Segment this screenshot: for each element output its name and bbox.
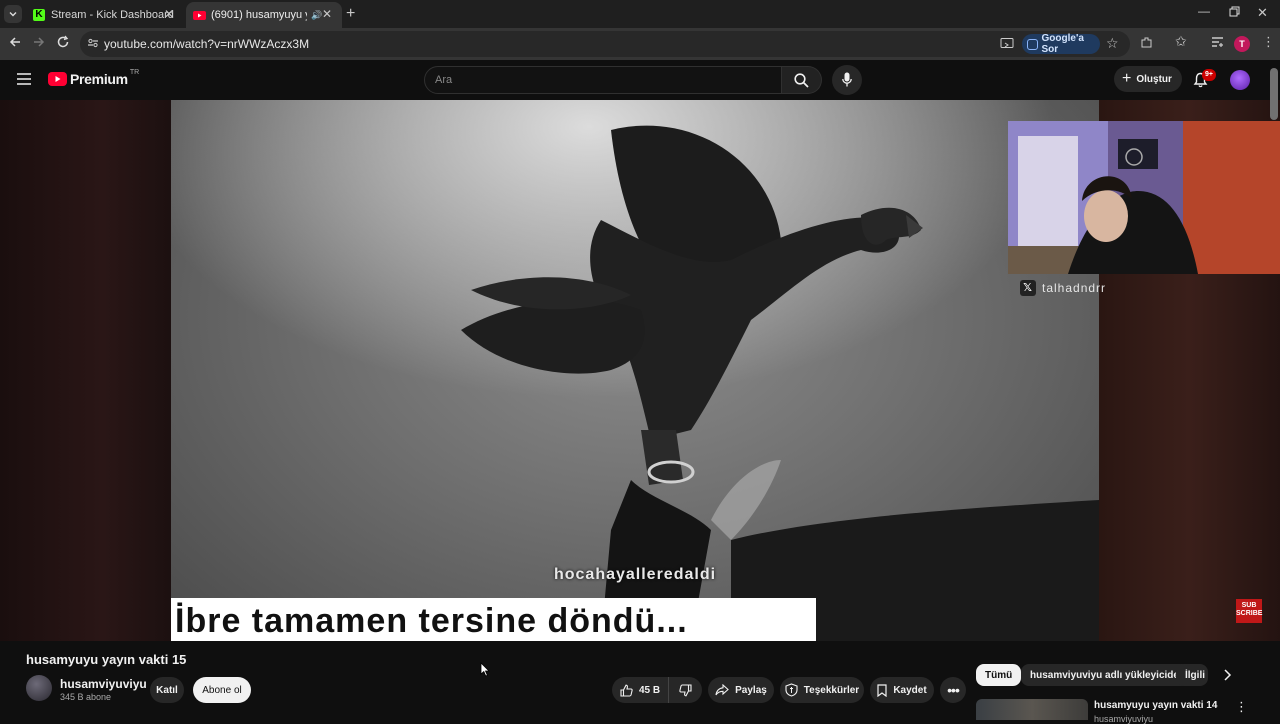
x-logo-icon: 𝕏: [1020, 280, 1036, 296]
microphone-icon: [842, 72, 852, 88]
thumbs-down-icon: [679, 683, 692, 697]
page-scrollbar[interactable]: [1270, 68, 1278, 120]
subscribe-button[interactable]: Abone ol: [193, 677, 251, 703]
chip-from-uploader[interactable]: husamviyuviyu adlı yükleyiciden: [1021, 664, 1195, 686]
browser-toolbar: youtube.com/watch?v=nrWWzAczx3M Google'a…: [0, 28, 1280, 60]
search-button[interactable]: [782, 66, 822, 94]
chip-related[interactable]: İlgili: [1176, 664, 1208, 686]
cast-icon[interactable]: [1000, 37, 1014, 50]
subscriber-count: 345 B abone: [60, 692, 112, 702]
tab-youtube-video[interactable]: (6901) husamyuyu yayın vakti 🔊 ✕: [186, 2, 342, 28]
super-thanks-icon: [785, 683, 798, 697]
thumbs-up-icon: [620, 684, 633, 697]
tab-search-chevron-icon[interactable]: [4, 5, 22, 23]
video-title: husamyuyu yayın vakti 15: [26, 652, 187, 667]
recommended-video-thumbnail[interactable]: [976, 699, 1088, 720]
caption-box: İbre tamamen tersine döndü...: [171, 598, 816, 641]
subscribe-watermark-line1: SUB: [1241, 602, 1257, 609]
close-tab-icon[interactable]: ✕: [320, 7, 334, 21]
plus-icon: +: [1122, 70, 1132, 87]
create-label: Oluştur: [1136, 73, 1172, 85]
subscribe-watermark-line2: SCRIBE: [1236, 610, 1263, 617]
more-actions-button[interactable]: •••: [940, 677, 966, 703]
bookmark-icon: [877, 683, 887, 697]
ask-google-label: Google'a Sor: [1041, 33, 1084, 55]
like-count: 45 B: [639, 684, 661, 696]
new-tab-icon[interactable]: +: [346, 5, 355, 23]
reading-list-icon[interactable]: [1211, 36, 1224, 48]
kick-logo-icon: K: [33, 9, 45, 21]
like-dislike-group: 45 B: [612, 677, 702, 703]
site-settings-icon[interactable]: [87, 37, 99, 49]
subscribe-label: Abone ol: [202, 684, 242, 696]
youtube-header: Premium TR Ara + Oluştur 9+: [0, 60, 1280, 100]
like-button[interactable]: 45 B: [612, 677, 670, 703]
minimize-icon[interactable]: —: [1198, 4, 1210, 18]
recommended-video-menu-icon[interactable]: ⋮: [1235, 699, 1248, 715]
dislike-button[interactable]: [669, 683, 692, 697]
webcam-handle-text: talhadndrr: [1042, 281, 1107, 295]
close-tab-icon[interactable]: ✕: [162, 7, 176, 21]
tab-title: Stream - Kick Dashboard: [51, 9, 174, 21]
video-frame[interactable]: hocahayalleredaldi İbre tamamen tersine …: [171, 100, 1099, 641]
recommended-video-channel: husamviyuviyu: [1094, 714, 1154, 724]
share-button[interactable]: Paylaş: [708, 677, 774, 703]
back-icon[interactable]: [8, 35, 22, 49]
youtube-premium-logo[interactable]: Premium TR: [48, 68, 140, 87]
browser-tab-bar: K Stream - Kick Dashboard ✕ (6901) husam…: [0, 0, 1280, 28]
join-button[interactable]: Katıl: [150, 677, 184, 703]
address-bar[interactable]: youtube.com/watch?v=nrWWzAczx3M Google'a…: [80, 31, 1130, 57]
thanks-button[interactable]: Teşekkürler: [780, 677, 864, 703]
close-window-icon[interactable]: ✕: [1257, 5, 1268, 21]
chips-next-chevron-icon[interactable]: [1222, 668, 1232, 682]
save-label: Kaydet: [893, 684, 927, 696]
join-label: Katıl: [156, 684, 178, 696]
search-icon: [794, 73, 809, 88]
caption-text: İbre tamamen tersine döndü...: [175, 602, 688, 640]
bookmark-star-icon[interactable]: ☆: [1106, 35, 1119, 52]
video-player[interactable]: hocahayalleredaldi İbre tamamen tersine …: [0, 100, 1280, 641]
subscribe-watermark[interactable]: SUB SCRIBE: [1236, 599, 1262, 623]
recommended-video-title[interactable]: husamyuyu yayın vakti 14: [1094, 700, 1217, 711]
channel-avatar[interactable]: [26, 675, 52, 701]
ask-google-button[interactable]: Google'a Sor: [1022, 33, 1100, 55]
eagle-image: [171, 100, 1099, 641]
google-lens-icon: [1027, 38, 1038, 50]
profile-initial: T: [1239, 39, 1245, 49]
search-input[interactable]: Ara: [424, 66, 782, 94]
chip-all[interactable]: Tümü: [976, 664, 1022, 686]
browser-menu-icon[interactable]: ⋮: [1262, 35, 1275, 48]
more-horizontal-icon: •••: [947, 682, 960, 698]
reload-icon[interactable]: [56, 35, 70, 49]
tab-kick-dashboard[interactable]: K Stream - Kick Dashboard ✕: [26, 2, 184, 28]
notification-badge: 9+: [1202, 69, 1216, 81]
logo-text: Premium: [70, 71, 128, 87]
share-icon: [715, 684, 729, 696]
voice-search-button[interactable]: [832, 65, 862, 95]
url-text: youtube.com/watch?v=nrWWzAczx3M: [104, 37, 310, 51]
create-button[interactable]: + Oluştur: [1114, 66, 1182, 92]
profile-avatar[interactable]: T: [1234, 36, 1250, 52]
user-avatar[interactable]: [1230, 70, 1250, 90]
save-button[interactable]: Kaydet: [870, 677, 934, 703]
restore-icon[interactable]: [1228, 6, 1240, 18]
streamer-webcam: [1008, 121, 1280, 274]
channel-name[interactable]: husamviyuviyu: [60, 677, 147, 691]
forward-icon[interactable]: [32, 35, 46, 49]
youtube-play-logo-icon: [48, 72, 67, 86]
webcam-social-tag: 𝕏 talhadndrr: [1020, 280, 1106, 296]
logo-region: TR: [129, 68, 140, 76]
share-label: Paylaş: [735, 684, 767, 696]
tab-title: (6901) husamyuyu yayın vakti: [211, 9, 307, 21]
thanks-label: Teşekkürler: [803, 684, 860, 696]
watermark-handle: hocahayalleredaldi: [553, 566, 717, 583]
extensions-icon[interactable]: [1140, 36, 1153, 49]
mouse-cursor-icon: [480, 662, 490, 677]
player-ambient-left: [0, 100, 171, 641]
youtube-favicon-icon: [193, 10, 206, 20]
hamburger-menu-icon[interactable]: [17, 73, 31, 85]
search-placeholder: Ara: [435, 74, 453, 86]
favorites-icon[interactable]: ✩: [1175, 33, 1187, 50]
